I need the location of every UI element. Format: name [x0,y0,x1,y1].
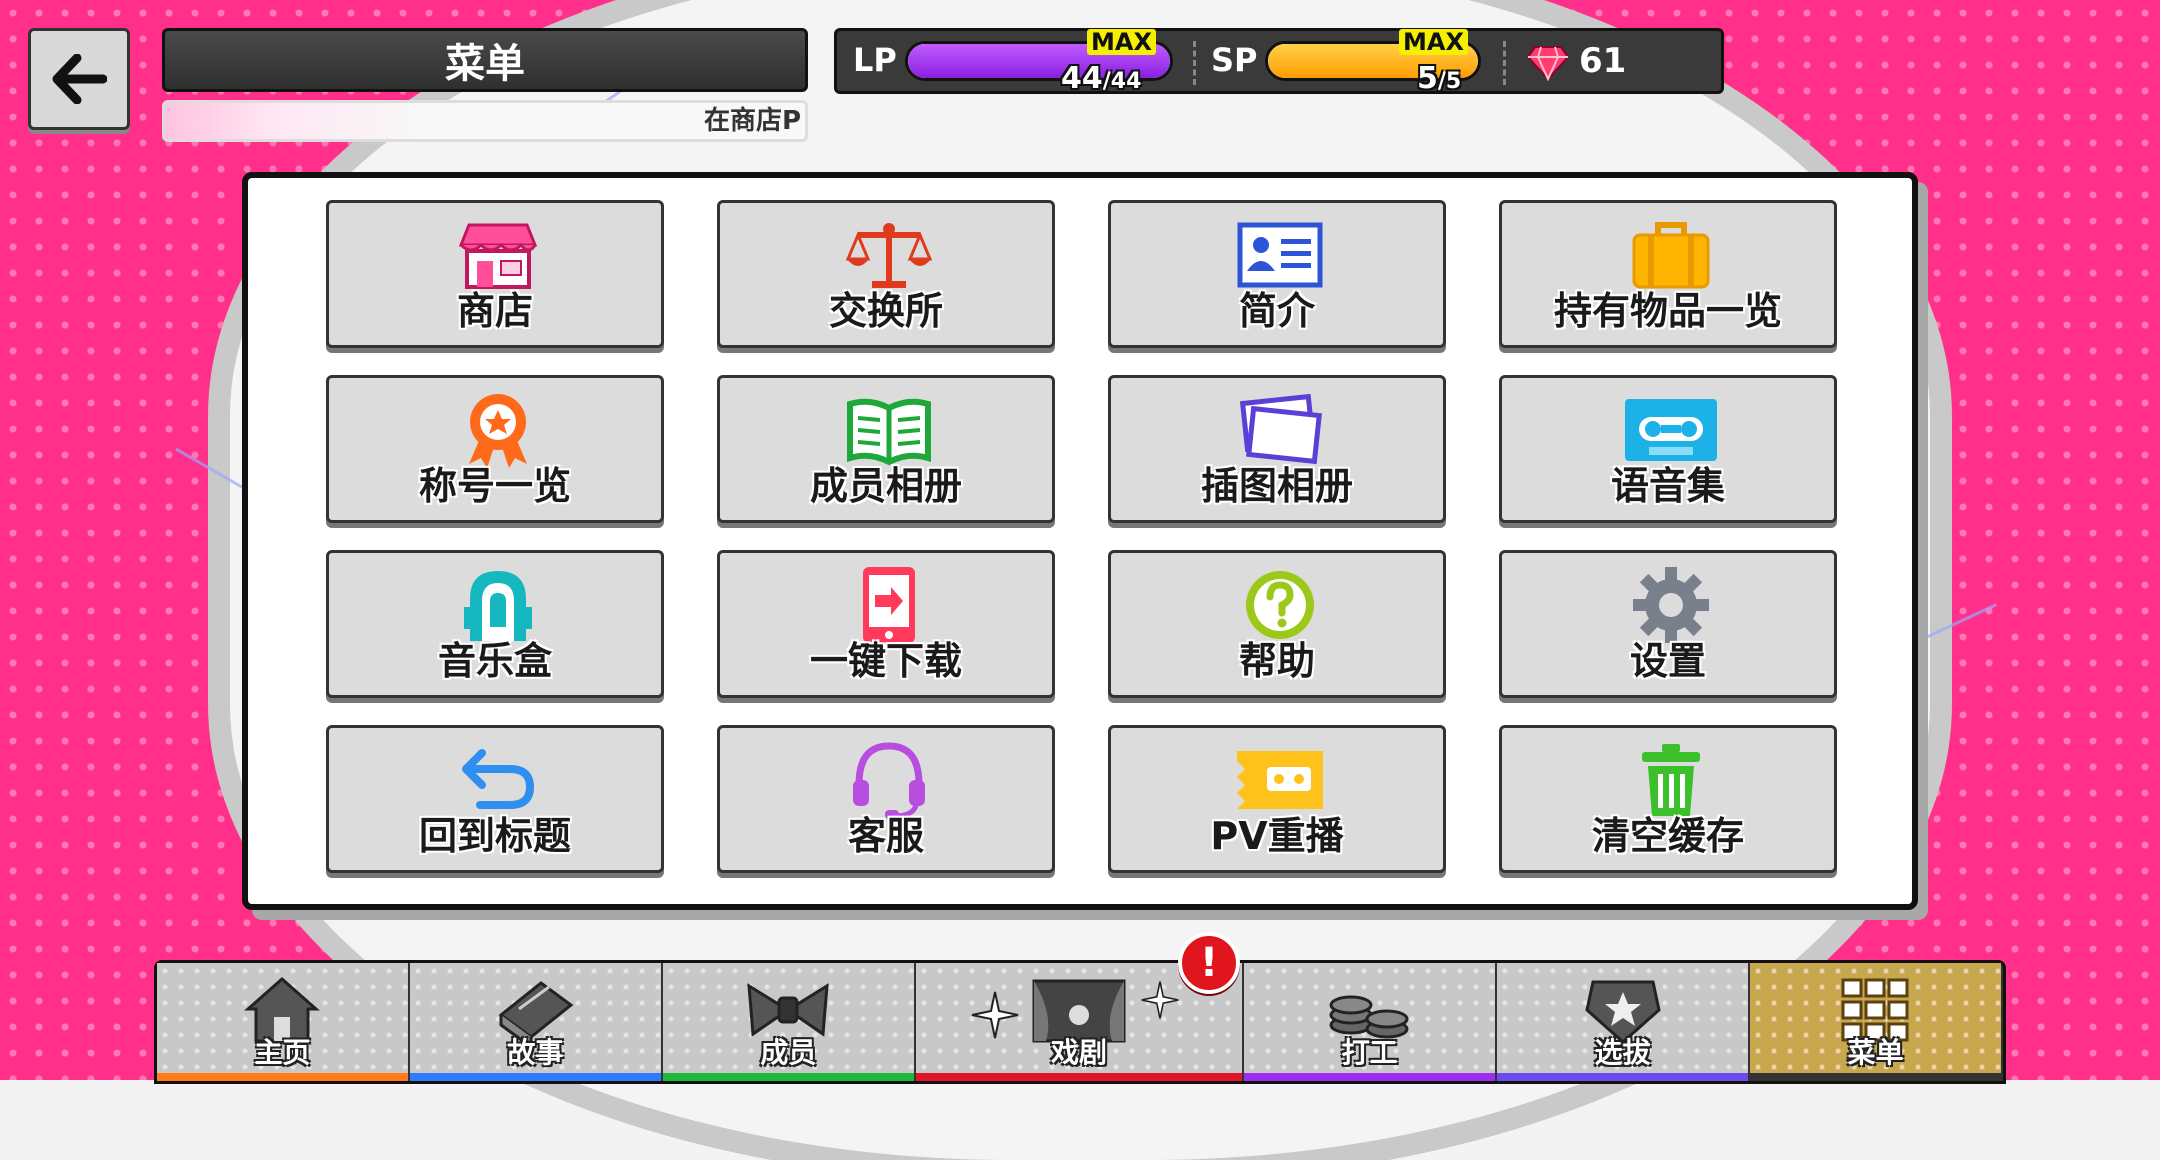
status-bar: LP MAX 44/44 SP MAX 5/5 61 [834,28,1724,96]
menu-item-profile[interactable]: 简介 [1108,200,1446,348]
news-ticker: 在商店P [162,100,808,142]
menu-item-titles[interactable]: 称号一览 [326,375,664,523]
menu-panel: 商店 交换所 简介 持有物品一览 称号一览 成员相册 插图相册 语音集 音乐盒 … [242,172,1918,910]
menu-item-exchange[interactable]: 交换所 [717,200,1055,348]
divider [1503,41,1506,85]
menu-item-label: 插图相册 [1200,464,1353,508]
gem-icon [1527,46,1569,81]
bottom-nav: 主页 故事 成员 戏剧 打工 选拔 菜单 [154,960,2006,1084]
menu-item-label: 音乐盒 [437,639,552,683]
menu-item-label: 清空缓存 [1591,814,1744,858]
menu-item-label: 帮助 [1238,639,1315,683]
lp-label: LP [853,41,897,79]
nav-tab-menu[interactable]: 菜单 [1750,963,2001,1081]
page-title: 菜单 [162,28,808,92]
sp-max-tag: MAX [1399,29,1468,55]
nav-tab-label: 菜单 [1847,1036,1904,1069]
nav-tab-label: 成员 [760,1036,817,1069]
menu-item-label: 成员相册 [809,464,962,508]
nav-tab-label: 戏剧 [1050,1036,1107,1069]
nav-tab-work[interactable]: 打工 [1244,963,1496,1081]
menu-item-bulk-download[interactable]: 一键下载 [717,550,1055,698]
nav-tab-story[interactable]: 故事 [409,963,661,1081]
menu-item-label: 一键下载 [809,639,962,683]
menu-item-label: PV重播 [1210,814,1344,858]
menu-item-member-album[interactable]: 成员相册 [717,375,1055,523]
nav-tab-label: 故事 [507,1036,564,1069]
nav-tab-home[interactable]: 主页 [157,963,408,1081]
sparkle-icon [971,991,1019,1039]
sparkle-icon [1141,981,1179,1019]
menu-item-pv-replay[interactable]: PV重播 [1108,725,1446,873]
menu-item-help[interactable]: 帮助 [1108,550,1446,698]
nav-tab-label: 打工 [1341,1036,1398,1069]
back-arrow-icon [52,54,107,104]
menu-item-label: 交换所 [828,289,943,333]
nav-tab-members[interactable]: 成员 [662,963,914,1081]
sp-label: SP [1211,41,1258,79]
lp-value: 44/44 [1061,61,1142,96]
menu-item-label: 商店 [456,289,533,333]
menu-item-clear-cache[interactable]: 清空缓存 [1499,725,1837,873]
menu-item-label: 语音集 [1610,464,1725,508]
divider [1193,41,1196,85]
gem-count: 61 [1579,41,1627,81]
menu-item-inventory[interactable]: 持有物品一览 [1499,200,1837,348]
menu-item-music-box[interactable]: 音乐盒 [326,550,664,698]
menu-item-label: 称号一览 [418,464,571,508]
nav-tab-label: 主页 [254,1036,311,1069]
menu-item-shop[interactable]: 商店 [326,200,664,348]
menu-item-settings[interactable]: 设置 [1499,550,1837,698]
stage-alert-badge: ! [1178,932,1240,994]
menu-item-label: 设置 [1629,639,1706,683]
menu-item-illustration-album[interactable]: 插图相册 [1108,375,1446,523]
menu-item-support[interactable]: 客服 [717,725,1055,873]
menu-item-label: 持有物品一览 [1553,289,1782,333]
menu-item-voice-collection[interactable]: 语音集 [1499,375,1837,523]
nav-tab-label: 选拔 [1594,1036,1651,1069]
menu-item-label: 回到标题 [418,814,571,858]
menu-item-return-title[interactable]: 回到标题 [326,725,664,873]
lp-max-tag: MAX [1087,29,1156,55]
back-button[interactable] [28,28,130,130]
nav-tab-selection[interactable]: 选拔 [1497,963,1749,1081]
sp-value: 5/5 [1417,61,1462,96]
menu-item-label: 简介 [1238,289,1315,333]
menu-item-label: 客服 [847,814,924,858]
